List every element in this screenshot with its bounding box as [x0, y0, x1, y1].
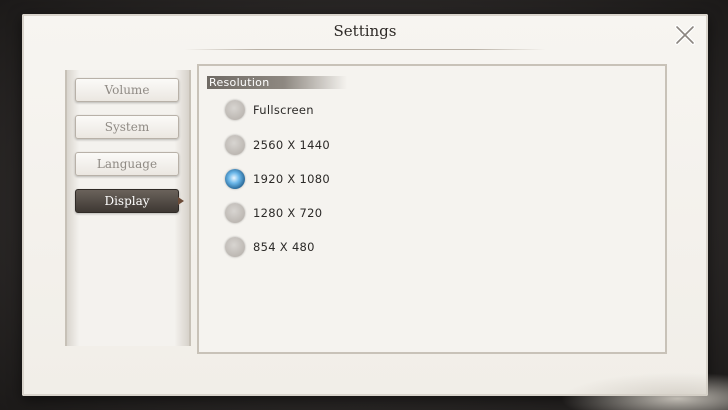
radio-button	[225, 203, 245, 223]
settings-sidebar: Volume System Language Display	[65, 70, 191, 346]
radio-button	[225, 100, 245, 120]
corner-decoration	[560, 372, 728, 410]
section-title: Resolution	[209, 76, 270, 89]
option-label: 2560 X 1440	[253, 138, 331, 152]
tab-display[interactable]: Display	[75, 189, 184, 213]
tab-volume[interactable]: Volume	[75, 78, 179, 102]
resolution-option-1280[interactable]: 1280 X 720	[225, 201, 322, 225]
option-label: 1280 X 720	[253, 206, 323, 220]
settings-dialog: Settings Volume System Language Display …	[22, 14, 708, 396]
close-x-icon	[675, 25, 695, 45]
resolution-option-fullscreen[interactable]: Fullscreen	[225, 98, 314, 122]
option-label: Fullscreen	[253, 103, 314, 117]
radio-button-selected	[225, 169, 245, 189]
resolution-option-1920[interactable]: 1920 X 1080	[225, 167, 330, 191]
resolution-option-854[interactable]: 854 X 480	[225, 235, 315, 259]
close-button[interactable]	[673, 23, 697, 47]
radio-button	[225, 135, 245, 155]
title-divider	[184, 49, 546, 50]
dialog-title: Settings	[333, 22, 397, 40]
radio-button	[225, 237, 245, 257]
tab-language[interactable]: Language	[75, 152, 179, 176]
option-label: 854 X 480	[253, 240, 315, 254]
display-settings-panel: Resolution Fullscreen 2560 X 1440 1920 X…	[197, 64, 667, 354]
tab-system[interactable]: System	[75, 115, 179, 139]
resolution-option-2560[interactable]: 2560 X 1440	[225, 133, 330, 157]
option-label: 1920 X 1080	[253, 172, 331, 186]
